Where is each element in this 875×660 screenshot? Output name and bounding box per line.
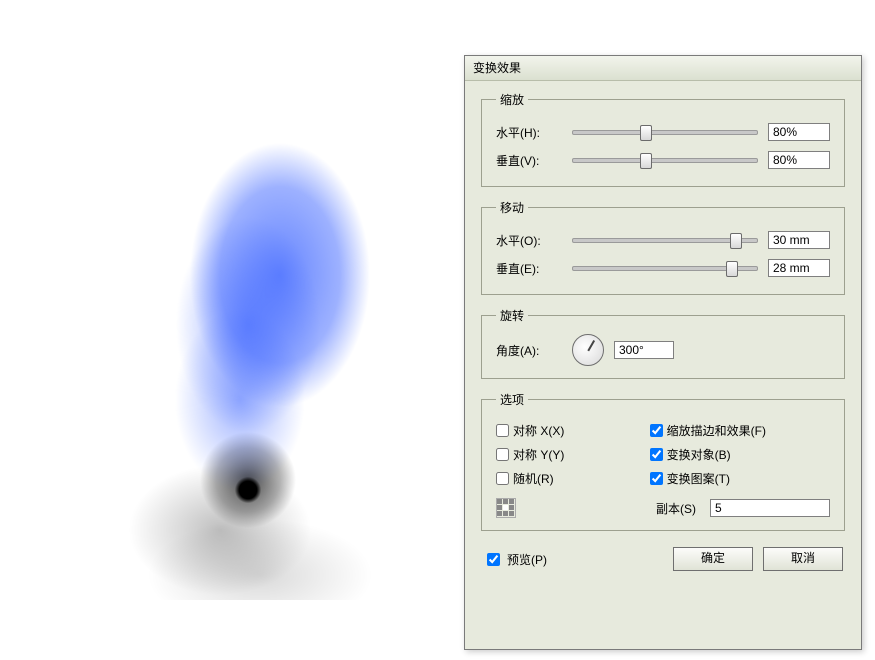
- scale-horizontal-label: 水平(H):: [496, 124, 562, 141]
- canvas-artwork: [0, 0, 465, 660]
- preview-checkbox[interactable]: [487, 553, 500, 566]
- scale-group: 缩放 水平(H): 垂直(V):: [481, 91, 845, 187]
- rotate-angle-label: 角度(A):: [496, 342, 562, 359]
- reflect-y-checkbox[interactable]: [496, 448, 509, 461]
- move-legend: 移动: [496, 199, 528, 216]
- move-group: 移动 水平(O): 垂直(E):: [481, 199, 845, 295]
- options-legend: 选项: [496, 391, 528, 408]
- scale-legend: 缩放: [496, 91, 528, 108]
- move-vertical-input[interactable]: [768, 259, 830, 277]
- reflect-x-checkbox[interactable]: [496, 424, 509, 437]
- scale-vertical-input[interactable]: [768, 151, 830, 169]
- move-horizontal-input[interactable]: [768, 231, 830, 249]
- preview-label: 预览(P): [507, 551, 547, 568]
- scale-horizontal-slider[interactable]: [572, 123, 758, 141]
- cancel-button[interactable]: 取消: [763, 547, 843, 571]
- move-horizontal-label: 水平(O):: [496, 232, 562, 249]
- reflect-x-label: 对称 X(X): [513, 422, 564, 439]
- move-vertical-label: 垂直(E):: [496, 260, 562, 277]
- reflect-x-option[interactable]: 对称 X(X): [496, 418, 650, 442]
- scale-strokes-option[interactable]: 缩放描边和效果(F): [650, 418, 830, 442]
- dialog-title: 变换效果: [465, 56, 861, 81]
- angle-dial[interactable]: [572, 334, 604, 366]
- random-checkbox[interactable]: [496, 472, 509, 485]
- scale-vertical-label: 垂直(V):: [496, 152, 562, 169]
- ok-button[interactable]: 确定: [673, 547, 753, 571]
- transform-effect-dialog: 变换效果 缩放 水平(H): 垂直(V): 移动 水平(O):: [464, 55, 862, 650]
- registration-point-icon[interactable]: [496, 498, 516, 518]
- options-group: 选项 对称 X(X) 缩放描边和效果(F) 对称 Y(Y) 变换对象(B): [481, 391, 845, 531]
- rotate-angle-input[interactable]: [614, 341, 674, 359]
- transform-patterns-checkbox[interactable]: [650, 472, 663, 485]
- scale-vertical-slider[interactable]: [572, 151, 758, 169]
- scale-horizontal-input[interactable]: [768, 123, 830, 141]
- rotate-group: 旋转 角度(A):: [481, 307, 845, 379]
- random-option[interactable]: 随机(R): [496, 466, 650, 490]
- transform-patterns-option[interactable]: 变换图案(T): [650, 466, 830, 490]
- transform-objects-checkbox[interactable]: [650, 448, 663, 461]
- spiral-transform-preview: [40, 100, 440, 600]
- copies-input[interactable]: [710, 499, 830, 517]
- transform-patterns-label: 变换图案(T): [667, 470, 730, 487]
- transform-objects-label: 变换对象(B): [667, 446, 731, 463]
- scale-strokes-label: 缩放描边和效果(F): [667, 422, 766, 439]
- transform-objects-option[interactable]: 变换对象(B): [650, 442, 830, 466]
- rotate-legend: 旋转: [496, 307, 528, 324]
- copies-label: 副本(S): [656, 500, 696, 517]
- reflect-y-label: 对称 Y(Y): [513, 446, 564, 463]
- preview-option[interactable]: 预览(P): [483, 550, 547, 569]
- move-horizontal-slider[interactable]: [572, 231, 758, 249]
- move-vertical-slider[interactable]: [572, 259, 758, 277]
- random-label: 随机(R): [513, 470, 554, 487]
- reflect-y-option[interactable]: 对称 Y(Y): [496, 442, 650, 466]
- scale-strokes-checkbox[interactable]: [650, 424, 663, 437]
